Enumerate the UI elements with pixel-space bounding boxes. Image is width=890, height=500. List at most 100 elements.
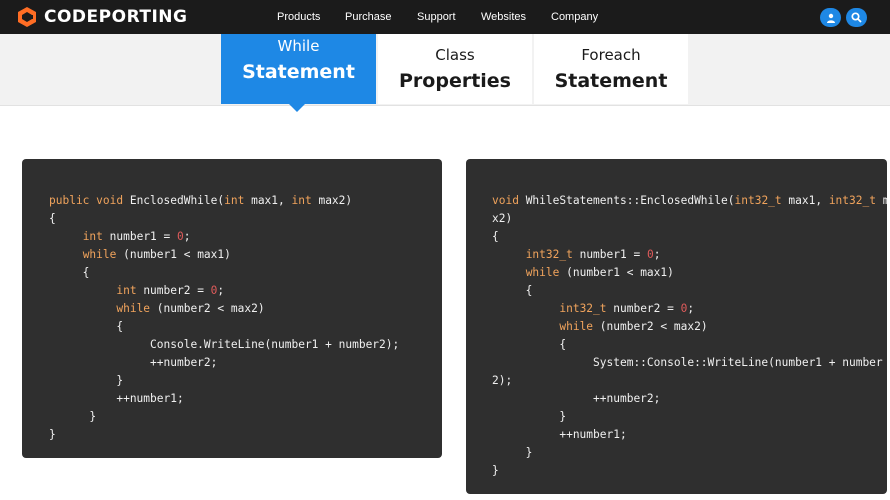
cpp-code-block: void WhileStatements::EnclosedWhile(int3…: [492, 192, 887, 480]
code-line: {: [492, 336, 887, 354]
tab-label-big: Statement: [242, 61, 355, 83]
code-line: while (number2 < max2): [492, 318, 887, 336]
code-token: max1,: [781, 194, 829, 207]
tab-foreach-statement[interactable]: Foreach Statement: [534, 34, 688, 104]
brand-name: CODEPORTING: [44, 7, 188, 27]
top-nav-bar: CODEPORTING Products Purchase Support We…: [0, 0, 890, 34]
code-token: }: [492, 446, 533, 459]
tab-label-big: Properties: [399, 70, 511, 92]
code-line: }: [49, 426, 399, 444]
code-line: public void EnclosedWhile(int max1, int …: [49, 192, 399, 210]
tab-class-properties[interactable]: Class Properties: [378, 34, 532, 104]
code-token: {: [49, 212, 56, 225]
code-line: 2);: [492, 372, 887, 390]
code-token: int32_t: [828, 194, 876, 207]
code-line: int32_t number1 = 0;: [492, 246, 887, 264]
code-token: }: [49, 374, 124, 387]
nav-websites[interactable]: Websites: [481, 11, 526, 23]
search-button[interactable]: [846, 8, 867, 27]
tab-while-statement[interactable]: While Statement: [221, 34, 376, 104]
code-line: }: [49, 372, 399, 390]
code-token: {: [49, 266, 90, 279]
code-line: x2): [492, 210, 887, 228]
nav-support[interactable]: Support: [417, 11, 456, 23]
code-token: public void: [49, 194, 130, 207]
code-line: void WhileStatements::EnclosedWhile(int3…: [492, 192, 887, 210]
code-line: }: [492, 462, 887, 480]
code-token: }: [49, 428, 56, 441]
code-token: }: [49, 410, 97, 423]
code-token: {: [492, 230, 499, 243]
code-token: (number1 < max1): [559, 266, 674, 279]
code-token: ma: [882, 194, 887, 207]
code-token: number1 =: [572, 248, 647, 261]
code-line: int number1 = 0;: [49, 228, 399, 246]
code-token: ++number2;: [49, 356, 218, 369]
nav-company[interactable]: Company: [551, 11, 598, 23]
code-token: void: [492, 194, 526, 207]
search-icon: [851, 12, 862, 23]
code-line: ++number1;: [492, 426, 887, 444]
csharp-code-block: public void EnclosedWhile(int max1, int …: [49, 192, 399, 444]
code-token: EnclosedWhile(: [129, 194, 225, 207]
user-button[interactable]: [820, 8, 841, 27]
nav-purchase[interactable]: Purchase: [345, 11, 391, 23]
code-token: int32_t: [734, 194, 782, 207]
brand-logo[interactable]: CODEPORTING: [16, 6, 188, 28]
code-line: while (number1 < max1): [492, 264, 887, 282]
code-token: ++number1;: [492, 428, 627, 441]
code-token: while: [525, 266, 560, 279]
code-token: 2);: [492, 374, 513, 387]
code-token: number1 =: [102, 230, 177, 243]
code-line: Console.WriteLine(number1 + number2);: [49, 336, 399, 354]
code-line: }: [49, 408, 399, 426]
csharp-code-panel: public void EnclosedWhile(int max1, int …: [22, 159, 442, 458]
code-token: ;: [217, 284, 225, 297]
code-token: number2 =: [606, 302, 681, 315]
code-line: int32_t number2 = 0;: [492, 300, 887, 318]
code-token: ;: [183, 230, 191, 243]
cpp-code-panel: void WhileStatements::EnclosedWhile(int3…: [466, 159, 887, 494]
code-token: int32_t: [525, 248, 573, 261]
code-token: {: [492, 338, 567, 351]
code-token: x2): [492, 212, 513, 225]
tab-label-small: Foreach: [581, 46, 641, 64]
code-token: 0: [177, 230, 184, 243]
code-token: ;: [653, 248, 661, 261]
code-token: {: [49, 320, 124, 333]
code-token: (number2 < max2): [150, 302, 265, 315]
code-line: int number2 = 0;: [49, 282, 399, 300]
code-line: ++number2;: [492, 390, 887, 408]
code-token: }: [492, 410, 567, 423]
code-token: int: [291, 194, 312, 207]
code-token: number2 =: [136, 284, 211, 297]
code-token: }: [492, 464, 499, 477]
code-token: (number1 < max1): [116, 248, 231, 261]
code-token: while: [559, 320, 594, 333]
code-line: System::Console::WriteLine(number1 + num…: [492, 354, 887, 372]
code-line: {: [49, 264, 399, 282]
code-token: int32_t: [559, 302, 607, 315]
code-token: int: [116, 284, 137, 297]
code-token: int: [224, 194, 245, 207]
tab-label-small: Class: [435, 46, 475, 64]
tab-label-small: While: [277, 37, 320, 55]
code-token: Console.WriteLine(number1 + number2);: [49, 338, 400, 351]
nav-products[interactable]: Products: [277, 11, 320, 23]
code-line: while (number2 < max2): [49, 300, 399, 318]
code-token: 0: [646, 248, 654, 261]
code-token: while: [116, 302, 151, 315]
code-token: max1,: [244, 194, 292, 207]
user-icon: [826, 13, 835, 23]
active-tab-pointer: [289, 104, 305, 112]
code-line: while (number1 < max1): [49, 246, 399, 264]
code-line: }: [492, 408, 887, 426]
code-token: ++number1;: [49, 392, 184, 405]
code-token: {: [492, 284, 533, 297]
code-token: ++number2;: [492, 392, 661, 405]
